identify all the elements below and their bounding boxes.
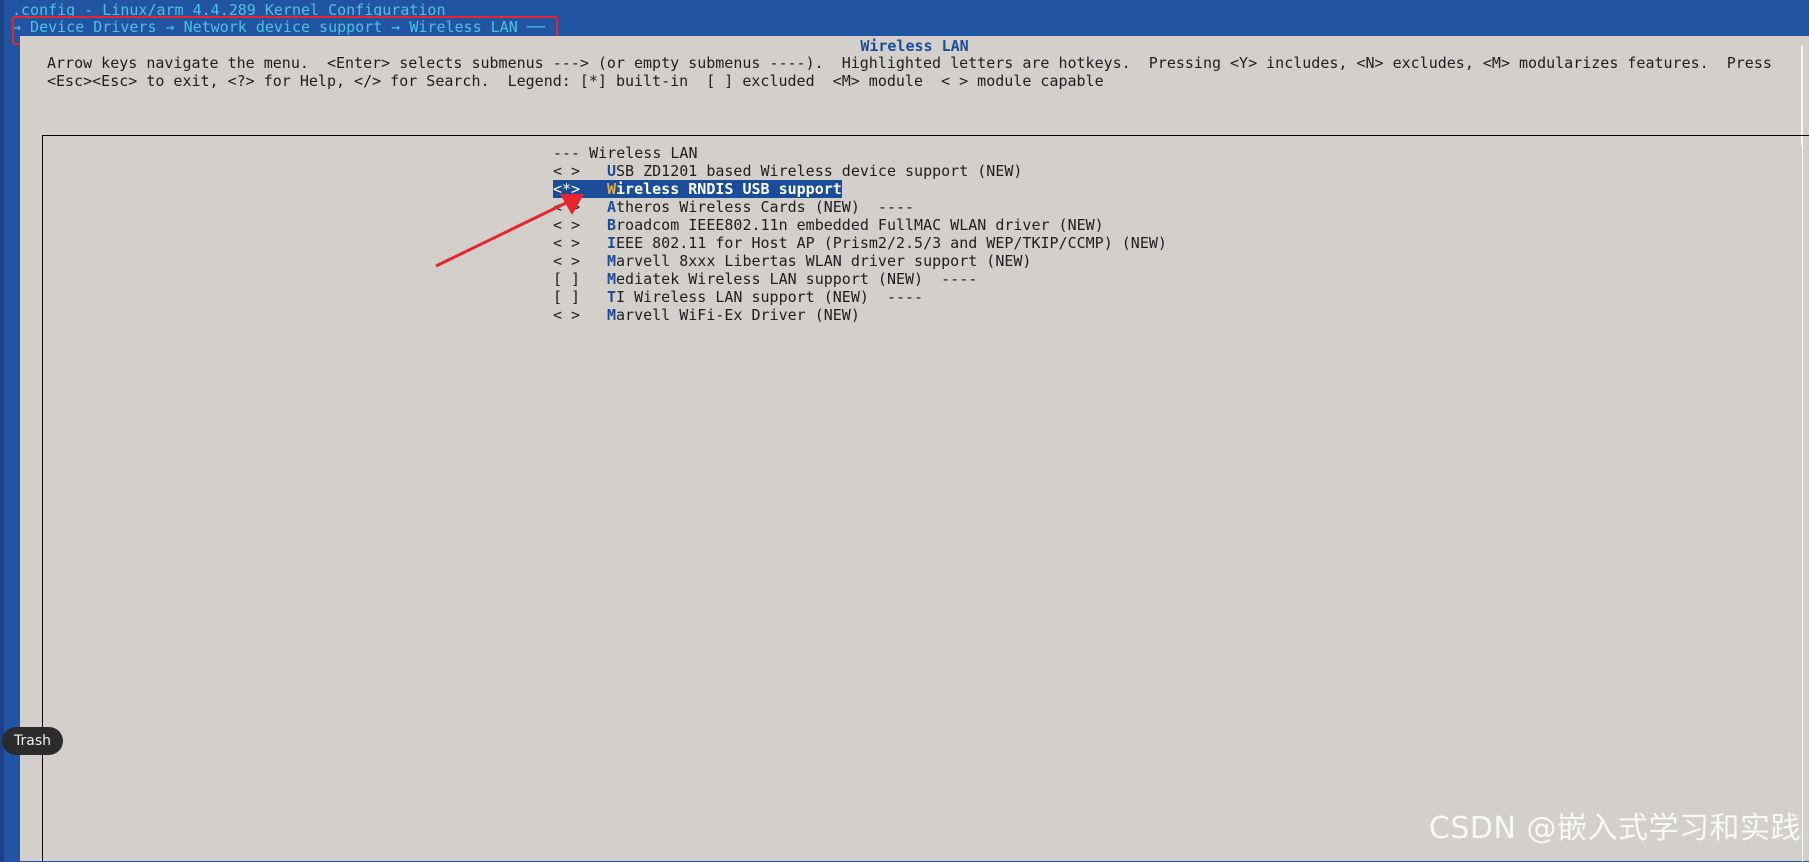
- menu-item-ti-wlan[interactable]: [ ] TI Wireless LAN support (NEW) ----: [553, 288, 923, 306]
- menu-item-label: ediatek Wireless LAN support (NEW) ----: [616, 270, 978, 288]
- menuconfig-dialog: Wireless LAN Arrow keys navigate the men…: [20, 36, 1809, 862]
- menu-item-libertas[interactable]: < > Marvell 8xxx Libertas WLAN driver sup…: [553, 252, 1031, 270]
- menu-item-label: arvell WiFi-Ex Driver (NEW): [616, 306, 860, 324]
- menu-header: --- Wireless LAN: [553, 144, 698, 162]
- menu-item-label: ireless RNDIS USB support: [616, 180, 842, 198]
- option-selector[interactable]: < >: [553, 234, 607, 252]
- option-selector[interactable]: < >: [553, 306, 607, 324]
- menu-item-label: arvell 8xxx Libertas WLAN driver support…: [616, 252, 1032, 270]
- menu-item-wireless-rndis-usb[interactable]: <*> Wireless RNDIS USB support: [553, 180, 842, 198]
- hotkey-letter: B: [607, 216, 617, 234]
- dialog-edge: [1801, 46, 1803, 146]
- option-selector[interactable]: [ ]: [553, 288, 607, 306]
- option-selector[interactable]: < >: [553, 198, 607, 216]
- menu-item-atheros[interactable]: < > Atheros Wireless Cards (NEW) ----: [553, 198, 914, 216]
- help-text-line-1: Arrow keys navigate the menu. <Enter> se…: [47, 54, 1772, 72]
- menu-item-mediatek[interactable]: [ ] Mediatek Wireless LAN support (NEW) -…: [553, 270, 977, 288]
- hotkey-letter: M: [607, 306, 617, 324]
- menu-box-edge: [1802, 136, 1803, 862]
- menu-item-label: I Wireless LAN support (NEW) ----: [616, 288, 924, 306]
- hotkey-letter: W: [607, 180, 617, 198]
- option-selector[interactable]: < >: [553, 162, 607, 180]
- option-selector[interactable]: < >: [553, 252, 607, 270]
- option-selector[interactable]: < >: [553, 216, 607, 234]
- menu-item-label: SB ZD1201 based Wireless device support …: [616, 162, 1023, 180]
- menu-item-usb-zd1201[interactable]: < > USB ZD1201 based Wireless device supp…: [553, 162, 1022, 180]
- dialog-title: Wireless LAN: [860, 37, 969, 55]
- menu-item-marvell-wifi-ex[interactable]: < > Marvell WiFi-Ex Driver (NEW): [553, 306, 860, 324]
- option-selector[interactable]: [ ]: [553, 270, 607, 288]
- menu-item-broadcom[interactable]: < > Broadcom IEEE802.11n embedded FullMAC…: [553, 216, 1104, 234]
- window-left-edge: [0, 0, 4, 861]
- hotkey-letter: U: [607, 162, 617, 180]
- trash-tooltip: Trash: [2, 727, 63, 755]
- hotkey-letter: T: [607, 288, 617, 306]
- csdn-watermark: CSDN @嵌入式学习和实践: [1428, 811, 1801, 846]
- option-selector[interactable]: <*>: [553, 180, 607, 198]
- hotkey-letter: M: [607, 270, 617, 288]
- hotkey-letter: I: [607, 234, 617, 252]
- menu-item-label: roadcom IEEE802.11n embedded FullMAC WLA…: [616, 216, 1104, 234]
- menu-item-label: theros Wireless Cards (NEW) ----: [616, 198, 915, 216]
- menu-item-hostap[interactable]: < > IEEE 802.11 for Host AP (Prism2/2.5/3…: [553, 234, 1167, 252]
- menu-header-label: --- Wireless LAN: [553, 144, 698, 162]
- hotkey-letter: A: [607, 198, 617, 216]
- menu-item-label: EEE 802.11 for Host AP (Prism2/2.5/3 and…: [616, 234, 1167, 252]
- hotkey-letter: M: [607, 252, 617, 270]
- help-text-line-2: <Esc><Esc> to exit, <?> for Help, </> fo…: [47, 72, 1104, 90]
